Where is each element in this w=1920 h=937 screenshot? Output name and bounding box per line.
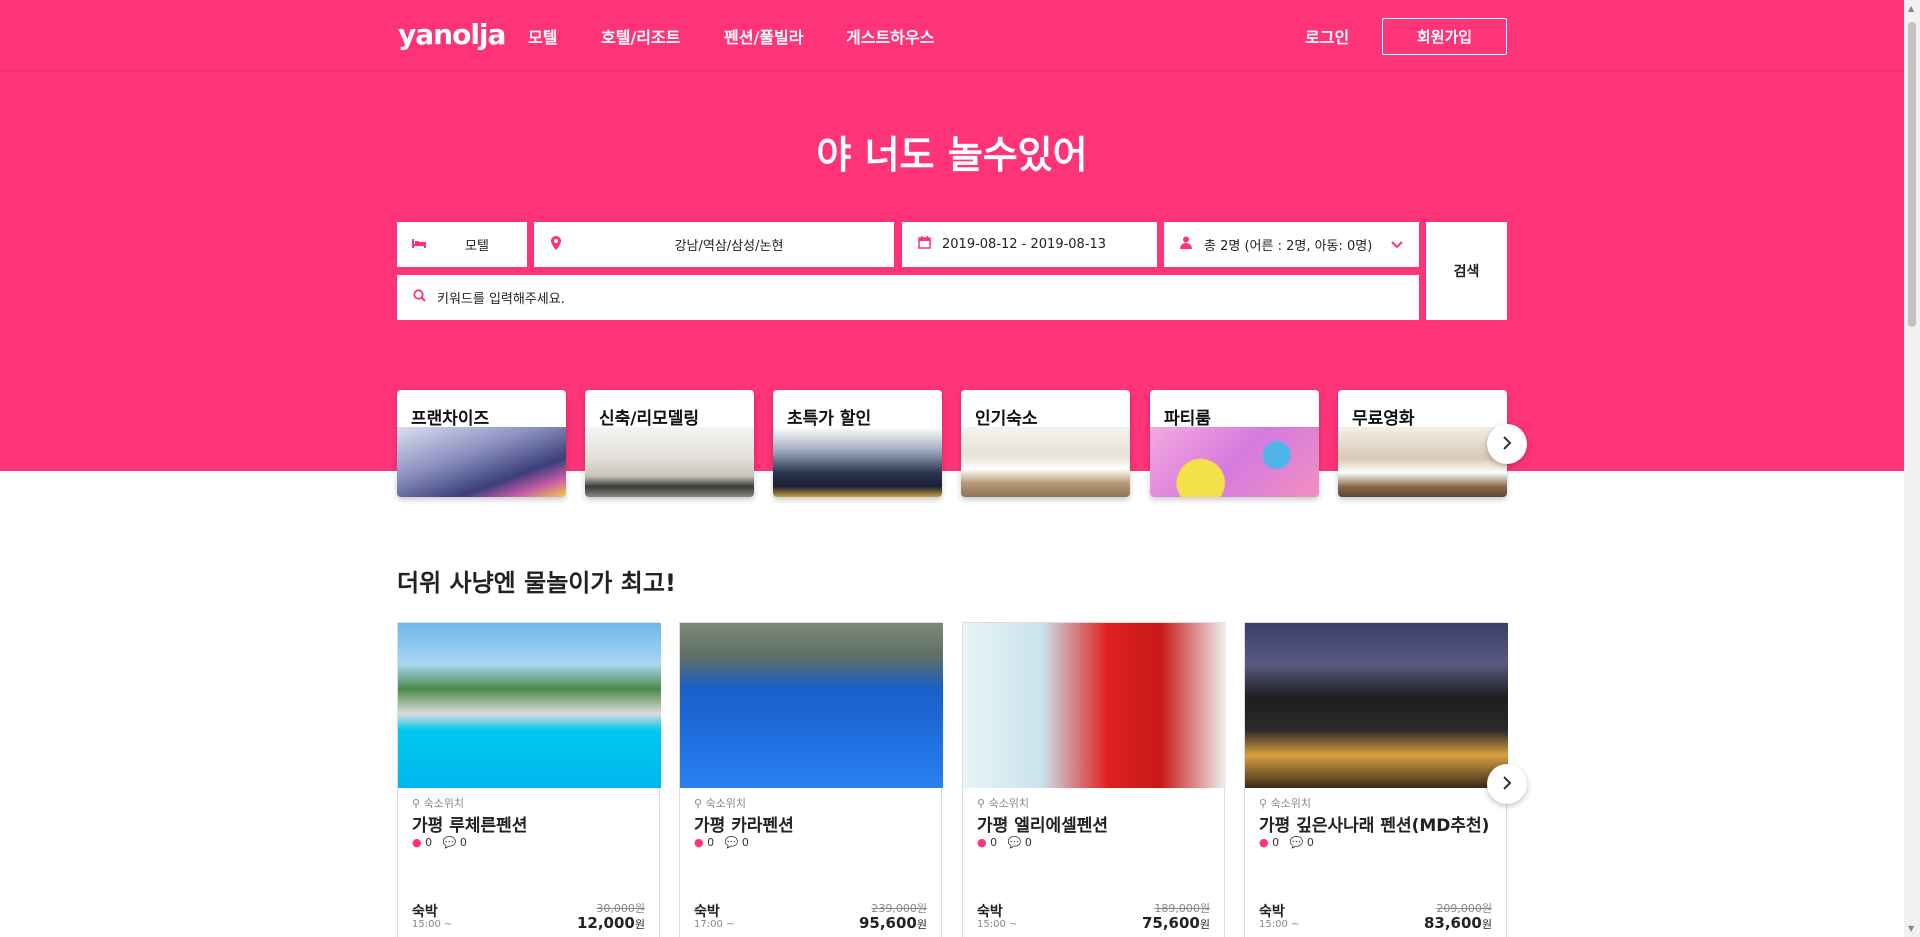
location-pin-icon <box>548 235 564 254</box>
heart-icon: ● <box>1259 836 1269 849</box>
hero-headline: 야 너도 놀수있어 <box>816 133 1088 177</box>
category-label: 신축/리모델링 <box>599 409 700 429</box>
location-pin-icon: ⚲ <box>1259 797 1268 810</box>
section-title: 더위 사냥엔 물놀이가 최고! <box>397 569 676 597</box>
category-label: 인기숙소 <box>975 409 1038 429</box>
category-franchise[interactable]: 프랜차이즈 <box>397 390 566 497</box>
comment-icon: 💬 <box>1007 836 1022 849</box>
stay-type: 숙박 <box>694 904 720 920</box>
listing-photo <box>963 623 1226 788</box>
category-party-room[interactable]: 파티룸 <box>1150 390 1319 497</box>
category-free-movie[interactable]: 무료영화 <box>1338 390 1507 497</box>
chevron-right-icon <box>1502 772 1512 796</box>
location-value: 강남/역삼/삼성/논현 <box>674 239 784 254</box>
scroll-down-icon[interactable]: ▼ <box>1908 924 1914 933</box>
sale-price: 12,000원 <box>576 914 645 932</box>
nav-motel[interactable]: 모텔 <box>528 24 557 48</box>
stay-type: 숙박 <box>977 904 1003 920</box>
heart-icon: ● <box>977 836 987 849</box>
sale-price: 83,600원 <box>1423 914 1492 932</box>
page: yanolja 모텔 호텔/리조트 펜션/풀빌라 게스트하우스 로그인 회원가입… <box>0 0 1920 937</box>
lodging-type-value: 모텔 <box>465 239 489 254</box>
top-navigation: yanolja 모텔 호텔/리조트 펜션/풀빌라 게스트하우스 로그인 회원가입 <box>0 0 1904 72</box>
keyword-search-field[interactable]: 키워드를 입력해주세요. <box>397 275 1419 320</box>
category-special-discount[interactable]: 초특가 할인 <box>773 390 942 497</box>
listing-photo <box>680 623 943 788</box>
listing-location: ⚲ 숙소위치 <box>412 797 465 810</box>
sale-price: 95,600원 <box>858 914 927 932</box>
login-link[interactable]: 로그인 <box>1305 24 1349 48</box>
stay-type: 숙박 <box>1259 904 1285 920</box>
category-label: 프랜차이즈 <box>411 409 490 429</box>
chevron-down-icon <box>1391 238 1403 252</box>
listing-card[interactable]: ⚲ 숙소위치 가평 카라펜션 ● 0 💬 0 숙박 17:00 ~ 239,00… <box>679 622 943 937</box>
heart-icon: ● <box>694 836 704 849</box>
checkin-time: 15:00 ~ <box>977 919 1018 930</box>
nav-hotel-resort[interactable]: 호텔/리조트 <box>601 24 680 48</box>
category-image <box>961 427 1130 497</box>
listing-location: ⚲ 숙소위치 <box>694 797 747 810</box>
listing-location: ⚲ 숙소위치 <box>977 797 1030 810</box>
comment-icon: 💬 <box>1289 836 1304 849</box>
listing-name: 가평 엘리에셀펜션 <box>977 816 1109 836</box>
listing-photo <box>398 623 661 788</box>
comment-icon: 💬 <box>442 836 457 849</box>
date-range-value: 2019-08-12 - 2019-08-13 <box>942 237 1107 252</box>
calendar-icon <box>916 236 932 253</box>
yanolja-logo[interactable]: yanolja <box>398 18 506 51</box>
location-pin-icon: ⚲ <box>694 797 703 810</box>
listing-stats: ● 0 💬 0 <box>412 836 467 849</box>
nav-pension-poolvilla[interactable]: 펜션/풀빌라 <box>724 24 803 48</box>
keyword-placeholder: 키워드를 입력해주세요. <box>437 292 565 307</box>
nav-guesthouse[interactable]: 게스트하우스 <box>846 24 934 48</box>
hero-banner: yanolja 모텔 호텔/리조트 펜션/풀빌라 게스트하우스 로그인 회원가입… <box>0 0 1904 471</box>
listing-photo <box>1245 623 1508 788</box>
category-label: 파티룸 <box>1164 409 1211 429</box>
category-image <box>1338 427 1507 497</box>
vertical-scrollbar[interactable]: ▲ ▼ <box>1904 0 1920 937</box>
category-image <box>397 427 566 497</box>
person-icon <box>1178 236 1194 253</box>
location-pin-icon: ⚲ <box>412 797 421 810</box>
signup-button[interactable]: 회원가입 <box>1382 18 1507 55</box>
category-image <box>773 427 942 497</box>
search-icon <box>411 289 427 306</box>
lodging-type-select[interactable]: 모텔 <box>397 222 527 267</box>
category-next-arrow[interactable] <box>1487 424 1527 464</box>
date-range-picker[interactable]: 2019-08-12 - 2019-08-13 <box>902 222 1157 267</box>
listing-location: ⚲ 숙소위치 <box>1259 797 1312 810</box>
category-popular[interactable]: 인기숙소 <box>961 390 1130 497</box>
category-image <box>1150 427 1319 497</box>
category-label: 초특가 할인 <box>787 409 872 429</box>
search-button[interactable]: 검색 <box>1426 222 1507 320</box>
scroll-up-icon[interactable]: ▲ <box>1908 4 1914 13</box>
bed-icon <box>411 237 427 253</box>
listings-next-arrow[interactable] <box>1487 764 1527 804</box>
guest-count-select[interactable]: 총 2명 (어른 : 2명, 아동: 0명) <box>1164 222 1419 267</box>
location-pin-icon: ⚲ <box>977 797 986 810</box>
listing-stats: ● 0 💬 0 <box>1259 836 1314 849</box>
category-new-remodeled[interactable]: 신축/리모델링 <box>585 390 754 497</box>
listing-card[interactable]: ⚲ 숙소위치 가평 깊은사나래 펜션(MD추천) ● 0 💬 0 숙박 15:0… <box>1244 622 1508 937</box>
listing-stats: ● 0 💬 0 <box>694 836 749 849</box>
location-select[interactable]: 강남/역삼/삼성/논현 <box>534 222 894 267</box>
listing-stats: ● 0 💬 0 <box>977 836 1032 849</box>
heart-icon: ● <box>412 836 422 849</box>
guest-count-value: 총 2명 (어른 : 2명, 아동: 0명) <box>1204 239 1373 254</box>
checkin-time: 15:00 ~ <box>412 919 453 930</box>
listing-name: 가평 카라펜션 <box>694 816 794 836</box>
listing-card[interactable]: ⚲ 숙소위치 가평 엘리에셀펜션 ● 0 💬 0 숙박 15:00 ~ 189,… <box>962 622 1226 937</box>
stay-type: 숙박 <box>412 904 438 920</box>
chevron-right-icon <box>1502 432 1512 456</box>
comment-icon: 💬 <box>724 836 739 849</box>
listing-name: 가평 루체른펜션 <box>412 816 528 836</box>
checkin-time: 17:00 ~ <box>694 919 735 930</box>
listing-name: 가평 깊은사나래 펜션(MD추천) <box>1259 816 1490 836</box>
scrollbar-thumb[interactable] <box>1908 22 1916 327</box>
category-image <box>585 427 754 497</box>
checkin-time: 15:00 ~ <box>1259 919 1300 930</box>
sale-price: 75,600원 <box>1141 914 1210 932</box>
listing-card[interactable]: ⚲ 숙소위치 가평 루체른펜션 ● 0 💬 0 숙박 15:00 ~ 30,00… <box>397 622 661 937</box>
category-label: 무료영화 <box>1352 409 1415 429</box>
